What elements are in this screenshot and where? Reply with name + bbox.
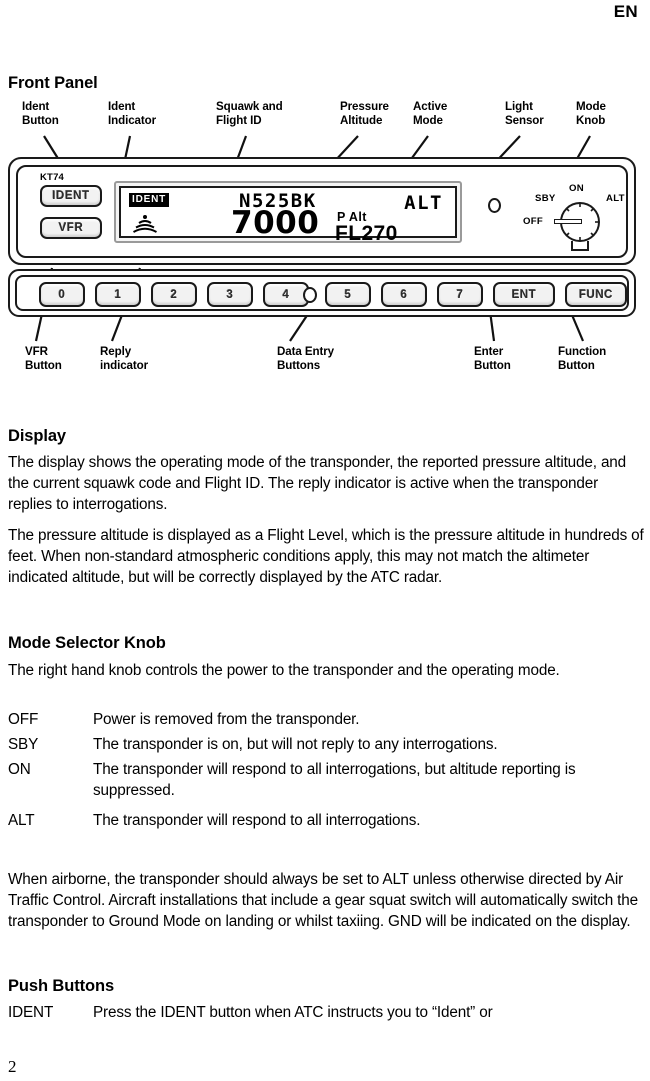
lcd-pressure-alt-value: FL270: [335, 222, 398, 245]
vfr-button[interactable]: VFR: [40, 217, 102, 239]
model-label: KT74: [40, 172, 65, 183]
mode-selector-note: When airborne, the transponder should al…: [8, 871, 639, 931]
callout-squawk-flight-id: Squawk and Flight ID: [216, 100, 283, 127]
front-panel-diagram: Ident Button Ident Indicator Squawk and …: [0, 96, 650, 386]
key-1[interactable]: 1: [95, 282, 141, 307]
knob-label-on: ON: [569, 183, 584, 194]
knob-label-alt: ALT: [606, 193, 625, 204]
knob-label-off: OFF: [523, 216, 544, 227]
mode-term-off: OFF: [8, 711, 39, 728]
callout-ident-indicator: Ident Indicator: [108, 100, 157, 127]
mode-selector-heading: Mode Selector Knob: [8, 634, 166, 652]
key-0[interactable]: 0: [39, 282, 85, 307]
key-3[interactable]: 3: [207, 282, 253, 307]
keypad-strip: 0 1 2 3 4 5 6 7 ENT FUNC: [8, 269, 636, 317]
callout-reply-indicator: Reply indicator: [100, 345, 149, 372]
mode-desc-alt: The transponder will respond to all inte…: [93, 812, 421, 829]
callout-pressure-altitude: Pressure Altitude: [340, 100, 389, 127]
mode-row-sby: SBY The transponder is on, but will not …: [8, 734, 648, 755]
front-panel-heading: Front Panel: [8, 74, 98, 92]
callout-ident-button: Ident Button: [22, 100, 59, 127]
mode-term-on: ON: [8, 761, 31, 778]
mode-desc-on: The transponder will respond to all inte…: [93, 761, 576, 800]
push-button-row-ident: IDENT Press the IDENT button when ATC in…: [8, 1002, 648, 1023]
display-paragraph-2: The pressure altitude is displayed as a …: [8, 527, 644, 587]
display-heading: Display: [8, 427, 66, 445]
reply-indicator-led: [303, 287, 317, 303]
mode-row-off: OFF Power is removed from the transponde…: [8, 709, 648, 730]
mode-term-sby: SBY: [8, 736, 39, 753]
light-sensor-icon: [488, 198, 501, 213]
mode-row-on: ON The transponder will respond to all i…: [8, 759, 630, 801]
lcd-display: IDENT N525BK 7000 P Alt FL270 ALT: [114, 181, 462, 245]
lcd-squawk-code: 7000: [231, 205, 320, 241]
mode-desc-off: Power is removed from the transponder.: [93, 711, 360, 728]
mode-term-alt: ALT: [8, 812, 35, 829]
page-number: 2: [8, 1057, 17, 1076]
lcd-active-mode: ALT: [404, 192, 443, 214]
transponder-chassis: KT74 IDENT VFR IDENT N525BK 7000 P Alt F…: [8, 157, 636, 265]
keypad-inner-bezel: 0 1 2 3 4 5 6 7 ENT FUNC: [15, 275, 629, 311]
mode-knob[interactable]: OFF SBY ON ALT: [523, 175, 643, 253]
push-button-desc-ident: Press the IDENT button when ATC instruct…: [93, 1004, 493, 1021]
chassis-inner-bezel: KT74 IDENT VFR IDENT N525BK 7000 P Alt F…: [16, 165, 628, 258]
key-2[interactable]: 2: [151, 282, 197, 307]
push-buttons-heading: Push Buttons: [8, 977, 115, 995]
callout-vfr-button: VFR Button: [25, 345, 62, 372]
knob-label-sby: SBY: [535, 193, 556, 204]
callout-function-button: Function Button: [558, 345, 607, 372]
lcd-ident-indicator: IDENT: [129, 193, 169, 207]
push-button-term-ident: IDENT: [8, 1004, 54, 1021]
callout-mode-knob: Mode Knob: [576, 100, 606, 127]
callout-data-entry: Data Entry Buttons: [277, 345, 334, 372]
knob-pointer: [554, 219, 582, 224]
mode-row-alt: ALT The transponder will respond to all …: [8, 810, 648, 831]
callout-active-mode: Active Mode: [413, 100, 448, 127]
key-5[interactable]: 5: [325, 282, 371, 307]
callout-light-sensor: Light Sensor: [505, 100, 544, 127]
display-paragraph-1: The display shows the operating mode of …: [8, 454, 627, 514]
key-7[interactable]: 7: [437, 282, 483, 307]
knob-stem: [571, 241, 589, 251]
lcd-screen: IDENT N525BK 7000 P Alt FL270 ALT: [119, 186, 457, 245]
language-tag: EN: [613, 2, 638, 21]
mode-selector-intro: The right hand knob controls the power t…: [8, 662, 560, 679]
mode-desc-sby: The transponder is on, but will not repl…: [93, 736, 498, 753]
ident-button[interactable]: IDENT: [40, 185, 102, 207]
key-enter[interactable]: ENT: [493, 282, 555, 307]
key-6[interactable]: 6: [381, 282, 427, 307]
reply-indicator-waves-icon: [132, 212, 158, 236]
callout-enter-button: Enter Button: [474, 345, 511, 372]
key-function[interactable]: FUNC: [565, 282, 627, 307]
